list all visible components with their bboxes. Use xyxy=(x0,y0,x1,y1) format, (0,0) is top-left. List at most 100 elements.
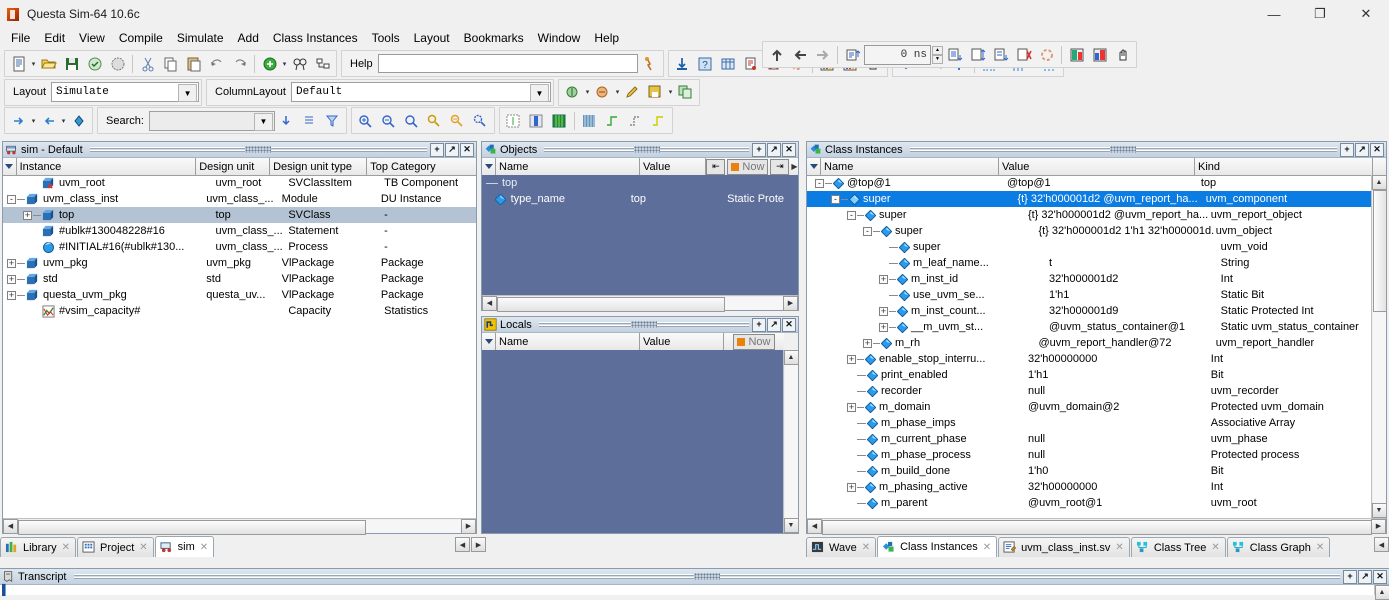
wave-edit-save-icon[interactable] xyxy=(645,82,666,103)
help-search-input[interactable] xyxy=(378,54,638,73)
objects-hscrollbar[interactable]: ◀ ▶ xyxy=(482,295,798,310)
search-down-icon[interactable] xyxy=(276,110,297,131)
objects-hscroll-thumb[interactable] xyxy=(497,297,725,312)
layout-select[interactable]: Simulate ▼ xyxy=(51,82,199,102)
add-wave-icon[interactable] xyxy=(259,53,280,74)
objects-now-toggle[interactable]: Now xyxy=(727,159,768,175)
left-tabstrip[interactable]: Library✕Project✕sim✕ xyxy=(0,536,478,557)
class-instances-row[interactable]: print_enabled1'h1Bit xyxy=(807,367,1372,383)
tab-close-icon[interactable]: ✕ xyxy=(1115,542,1123,553)
objects-next-now-icon[interactable]: ⇥ xyxy=(770,159,789,175)
menu-class-instances[interactable]: Class Instances xyxy=(266,29,365,48)
ci-row-toggle[interactable]: - xyxy=(863,227,872,236)
objects-pane-close-button[interactable]: ✕ xyxy=(782,143,796,157)
sim-row-toggle[interactable]: + xyxy=(7,259,16,268)
sim-tree-row[interactable]: #vsim_capacity#CapacityStatistics xyxy=(3,303,476,319)
ci-row-toggle[interactable]: - xyxy=(831,195,840,204)
compile-icon[interactable] xyxy=(84,53,105,74)
help-search-icon[interactable] xyxy=(639,53,660,74)
format-literal-icon[interactable] xyxy=(503,110,524,131)
open-folder-icon[interactable] xyxy=(38,53,59,74)
locals-list[interactable] xyxy=(482,350,784,533)
ci-row-toggle[interactable]: + xyxy=(847,403,856,412)
wave-edit-insert-icon[interactable] xyxy=(592,82,613,103)
sim-hscroll-thumb[interactable] xyxy=(18,520,366,535)
tab-project[interactable]: Project✕ xyxy=(77,537,154,557)
transcript-pane-close-button[interactable]: ✕ xyxy=(1373,570,1387,584)
objects-pane-dock-button[interactable]: + xyxy=(752,143,766,157)
restart-sim-icon[interactable] xyxy=(1036,44,1057,65)
tab-close-icon[interactable]: ✕ xyxy=(1211,542,1219,553)
trace-prev-event-icon[interactable] xyxy=(38,110,59,131)
sim-col-top-category[interactable]: Top Category xyxy=(367,158,476,175)
paste-icon[interactable] xyxy=(183,53,204,74)
zoom-selection-icon[interactable] xyxy=(470,110,491,131)
objects-more-columns-icon[interactable]: ▶ xyxy=(791,162,797,171)
class-instances-row[interactable]: m_phase_impsAssociative Array xyxy=(807,415,1372,431)
compile-order-icon[interactable] xyxy=(672,53,693,74)
class-instances-pane-dock-button[interactable]: + xyxy=(1340,143,1354,157)
redo-icon[interactable] xyxy=(229,53,250,74)
sim-hscroll-track[interactable] xyxy=(18,520,461,533)
ci-hscroll-track[interactable] xyxy=(822,520,1371,533)
zoom-range-icon[interactable] xyxy=(447,110,468,131)
class-instances-pane-close-button[interactable]: ✕ xyxy=(1370,143,1384,157)
objects-prev-now-icon[interactable]: ⇤ xyxy=(706,159,725,175)
sim-tree-row[interactable]: +toptopSVClass- xyxy=(3,207,476,223)
right-tabstrip[interactable]: Wave✕Class Instances✕uvm_class_inst.sv✕C… xyxy=(806,536,1376,557)
sim-tree-row[interactable]: -uvm_class_instuvm_class_...ModuleDU Ins… xyxy=(3,191,476,207)
menu-help[interactable]: Help xyxy=(587,29,626,48)
new-file-icon[interactable] xyxy=(8,53,29,74)
tab-library[interactable]: Library✕ xyxy=(0,537,76,557)
run-continue-icon[interactable] xyxy=(967,44,988,65)
locals-now-toggle[interactable]: Now xyxy=(733,334,774,350)
class-instances-row[interactable]: m_leaf_name...tString xyxy=(807,255,1372,271)
menu-layout[interactable]: Layout xyxy=(407,29,457,48)
class-instances-row[interactable]: m_phase_processnullProtected process xyxy=(807,447,1372,463)
class-instances-row[interactable]: +__m_uvm_st...@uvm_status_container@1Sta… xyxy=(807,319,1372,335)
tab-close-icon[interactable]: ✕ xyxy=(139,542,147,553)
objects-hscroll-right-icon[interactable]: ▶ xyxy=(783,296,798,311)
ci-hscroll-left-icon[interactable]: ◀ xyxy=(807,519,822,534)
objects-col-name[interactable]: Name xyxy=(496,158,640,175)
sim-list-icon[interactable] xyxy=(741,53,762,74)
ci-row-toggle[interactable]: + xyxy=(847,483,856,492)
class-instances-row[interactable]: m_current_phasenulluvm_phase xyxy=(807,431,1372,447)
run-icon[interactable] xyxy=(944,44,965,65)
sim-pane-grip[interactable] xyxy=(245,146,271,153)
sim-tree-rows[interactable]: uvm_rootuvm_rootSVClassItemTB Component-… xyxy=(3,175,476,515)
minimize-button[interactable]: — xyxy=(1251,0,1297,28)
class-instances-row[interactable]: +m_inst_count...32'h000001d9Static Prote… xyxy=(807,303,1372,319)
objects-pane-grip[interactable] xyxy=(634,146,660,153)
sim-row-toggle[interactable]: + xyxy=(7,291,16,300)
expand-all-icon[interactable] xyxy=(68,110,89,131)
search-input[interactable]: ▼ xyxy=(149,111,275,131)
trace-prev-dropdown-icon[interactable]: ▾ xyxy=(60,110,67,131)
class-instances-row[interactable]: -super{t} 32'h000001d2 @uvm_report_ha...… xyxy=(807,207,1372,223)
coverage-detail-icon[interactable] xyxy=(1089,44,1110,65)
sim-pane-close-button[interactable]: ✕ xyxy=(460,143,474,157)
trace-next-event-icon[interactable] xyxy=(8,110,29,131)
run-time-spinner[interactable]: ▲▼ xyxy=(932,46,943,64)
class-instances-pane-undock-button[interactable]: ↗ xyxy=(1355,143,1369,157)
tab-uvm-class-inst-sv[interactable]: uvm_class_inst.sv✕ xyxy=(998,537,1130,557)
run-all-icon[interactable] xyxy=(990,44,1011,65)
sim-col-instance[interactable]: Instance xyxy=(17,158,197,175)
sim-tree-row[interactable]: #ublk#130048228#16uvm_class_...Statement… xyxy=(3,223,476,239)
new-file-dropdown-icon[interactable]: ▾ xyxy=(30,53,37,74)
sim-col-design-unit-type[interactable]: Design unit type xyxy=(270,158,367,175)
close-button[interactable]: ✕ xyxy=(1343,0,1389,28)
find-icon[interactable] xyxy=(289,53,310,74)
left-tabs-scroll-left-icon[interactable]: ◀ xyxy=(455,537,470,552)
trace-next-dropdown-icon[interactable]: ▾ xyxy=(30,110,37,131)
menu-bookmarks[interactable]: Bookmarks xyxy=(457,29,531,48)
ci-row-toggle[interactable]: + xyxy=(879,307,888,316)
sim-tree-row[interactable]: +uvm_pkguvm_pkgVlPackagePackage xyxy=(3,255,476,271)
class-instances-vscrollbar[interactable]: ▲ ▼ xyxy=(1371,175,1386,518)
wave-edit-cursor-icon[interactable] xyxy=(562,82,583,103)
run-back-icon[interactable] xyxy=(789,44,810,65)
menu-file[interactable]: File xyxy=(4,29,37,48)
wave-edit-save-dropdown-icon[interactable]: ▾ xyxy=(667,82,674,103)
tab-close-icon[interactable]: ✕ xyxy=(983,542,991,553)
zoom-out-icon[interactable] xyxy=(378,110,399,131)
